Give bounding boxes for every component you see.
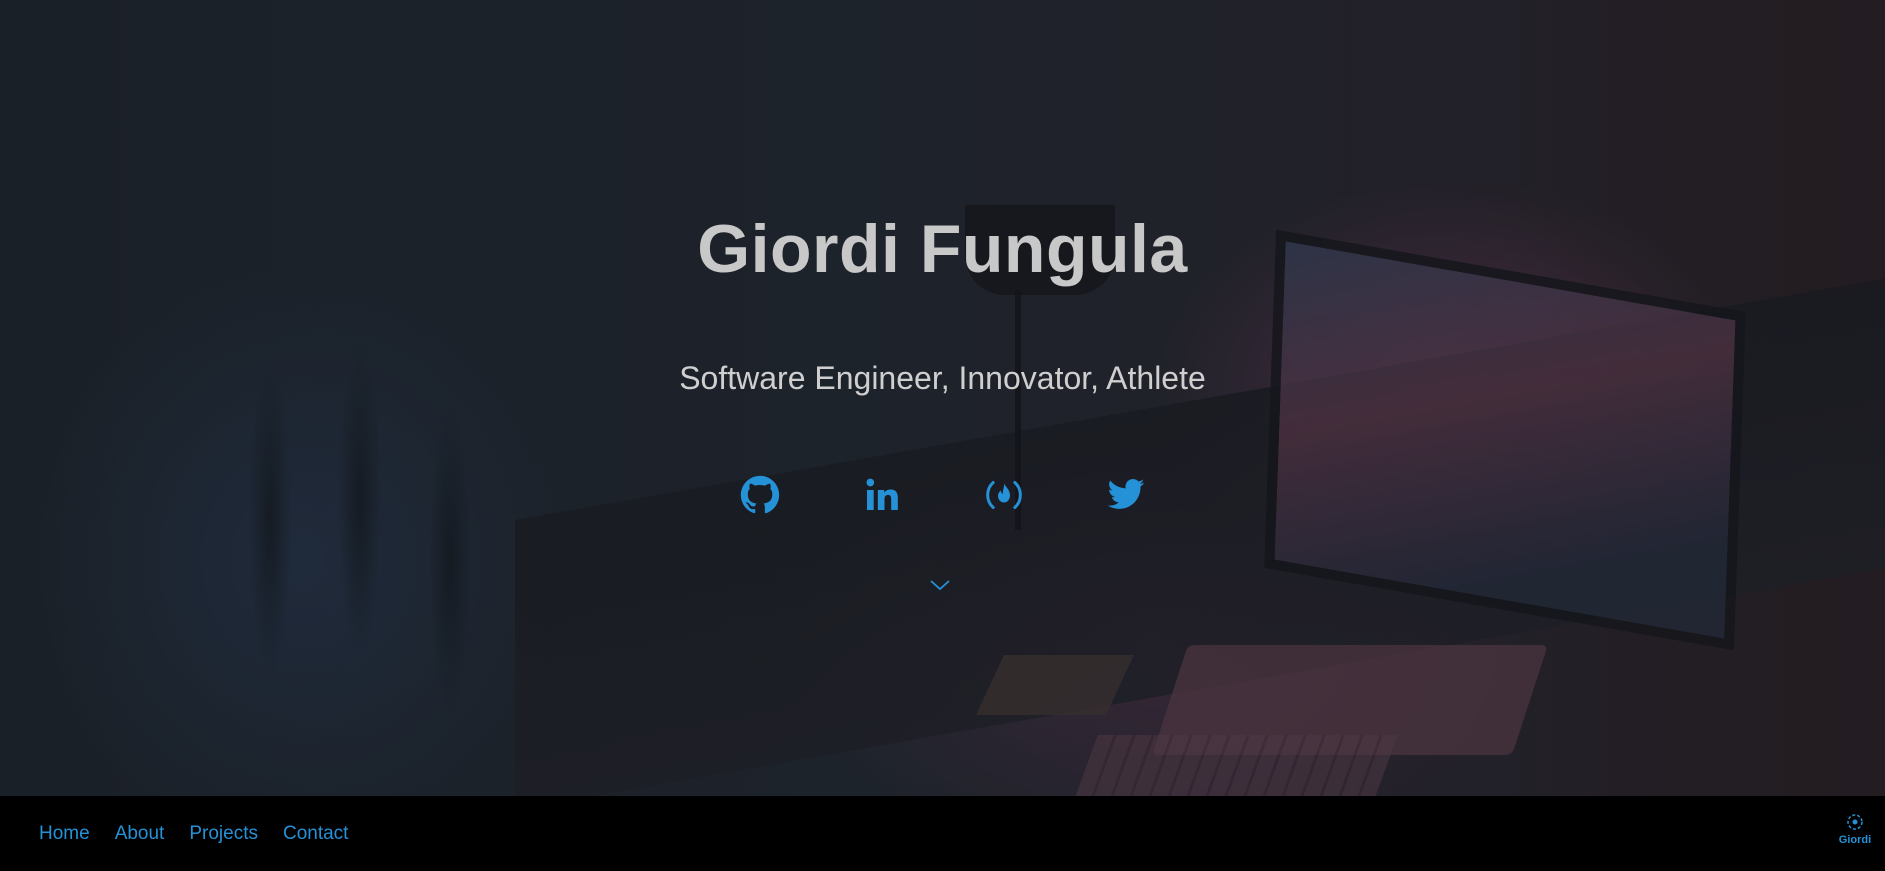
github-icon <box>740 475 779 514</box>
hero-section: Giordi Fungula Software Engineer, Innova… <box>0 0 1885 796</box>
freecodecamp-icon <box>985 481 1022 509</box>
nav-contact[interactable]: Contact <box>283 823 348 845</box>
nav-about[interactable]: About <box>115 823 165 845</box>
brand-text: Giordi <box>1838 834 1872 846</box>
logo-icon <box>1847 814 1863 830</box>
linkedin-link[interactable] <box>862 475 902 515</box>
bottom-navbar: Home About Projects Contact Giordi <box>0 796 1885 871</box>
linkedin-icon <box>866 478 898 510</box>
nav-projects[interactable]: Projects <box>189 823 258 845</box>
freecodecamp-link[interactable] <box>984 475 1024 515</box>
hero-title: Giordi Fungula <box>697 211 1188 287</box>
hero-subtitle: Software Engineer, Innovator, Athlete <box>679 360 1206 396</box>
social-links <box>0 475 1885 515</box>
twitter-icon <box>1107 479 1144 509</box>
hero-content: Giordi Fungula Software Engineer, Innova… <box>0 0 1885 796</box>
chevron-down-icon[interactable] <box>928 573 952 597</box>
brand-logo[interactable]: Giordi <box>1834 812 1876 856</box>
nav-links: Home About Projects Contact <box>39 796 348 871</box>
nav-home[interactable]: Home <box>39 823 90 845</box>
github-link[interactable] <box>740 475 780 515</box>
twitter-link[interactable] <box>1106 475 1146 515</box>
